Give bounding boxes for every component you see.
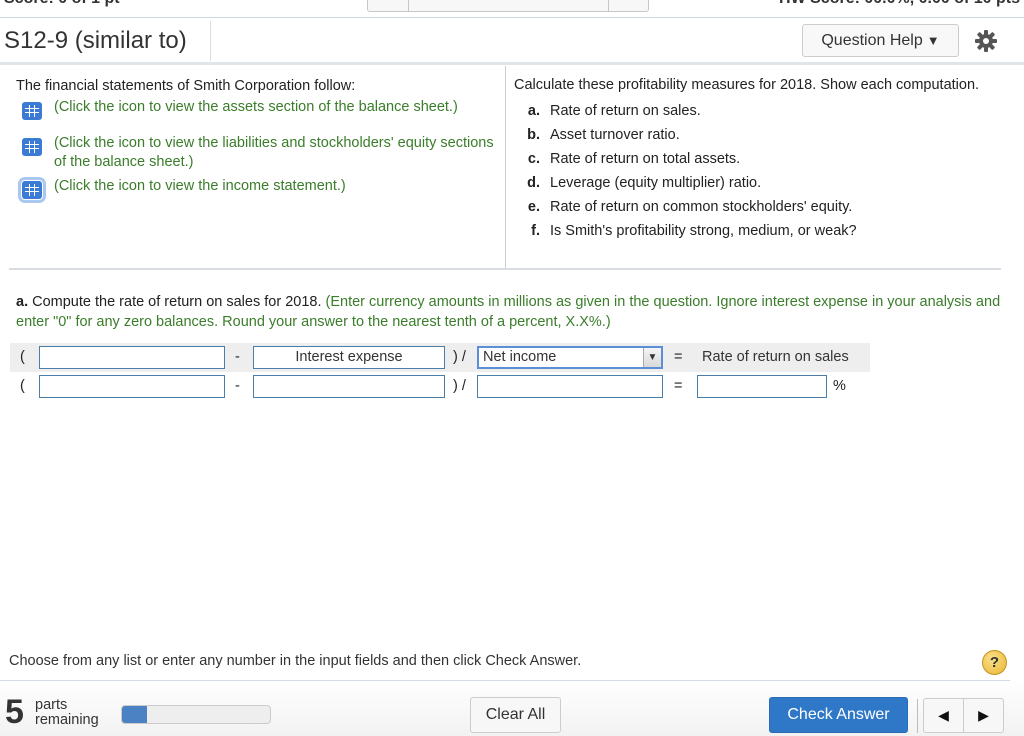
previous-part-button[interactable]: ◀	[924, 699, 963, 732]
check-answer-button[interactable]: Check Answer	[769, 697, 908, 733]
select-value: Net income	[483, 349, 557, 365]
requirement-item: c. Rate of return on total assets.	[527, 151, 741, 167]
open-paren: (	[20, 378, 25, 394]
financial-statements-panel: The financial statements of Smith Corpor…	[16, 76, 506, 203]
minus-sign: -	[235, 378, 240, 394]
question-part-label: a.	[16, 294, 29, 310]
instruction-message: Choose from any list or enter any number…	[9, 653, 582, 669]
numerator-value-input[interactable]	[39, 375, 225, 398]
parts-remaining-label: parts remaining	[35, 697, 99, 728]
requirement-item: e. Rate of return on common stockholders'…	[527, 199, 853, 215]
gear-icon[interactable]	[974, 29, 998, 53]
requirement-item: f. Is Smith's profitability strong, mediu…	[531, 223, 857, 239]
caret-down-icon: ▼	[926, 33, 940, 48]
income-statement-link[interactable]: (Click the icon to view the income state…	[16, 177, 506, 203]
requirement-item: b. Asset turnover ratio.	[527, 127, 680, 143]
parts-remaining-count: 5	[5, 693, 24, 731]
parts-progress-bar	[121, 705, 271, 724]
hw-score-text: HW Score: 00.0%, 0.00 of 10 pts	[779, 0, 1020, 8]
requirements-list: a. Rate of return on sales. b. Asset turno…	[514, 99, 1004, 243]
liabilities-statement-text[interactable]: (Click the icon to view the liabilities …	[54, 135, 494, 170]
formula-label-row: ( - Interest expense ) / Net income ▼ = …	[10, 343, 870, 372]
liabilities-statement-link[interactable]: (Click the icon to view the liabilities …	[16, 134, 506, 172]
help-icon[interactable]: ?	[982, 650, 1007, 675]
question-text: Compute the rate of return on sales for …	[28, 294, 326, 310]
title-divider	[210, 21, 211, 61]
dropdown-arrow-icon[interactable]: ▼	[643, 348, 661, 367]
question-prompt: a. Compute the rate of return on sales f…	[16, 292, 1006, 332]
score-text: Score: 0 of 1 pt	[4, 0, 120, 8]
toolbar-divider	[917, 699, 918, 733]
divide-sign: ) /	[453, 378, 466, 394]
question-title: S12-9 (similar to)	[4, 27, 187, 54]
part-navigation: ◀ ▶	[923, 698, 1004, 733]
next-part-button[interactable]: ▶	[963, 699, 1003, 732]
assets-statement-text[interactable]: (Click the icon to view the assets secti…	[54, 99, 458, 115]
panel-divider	[505, 66, 506, 270]
navigator-divider	[608, 0, 609, 11]
table-icon[interactable]	[22, 138, 42, 156]
question-navigator[interactable]	[367, 0, 649, 12]
result-label: Rate of return on sales	[702, 349, 849, 365]
requirement-item: d. Leverage (equity multiplier) ratio.	[527, 175, 762, 191]
assets-statement-link[interactable]: (Click the icon to view the assets secti…	[16, 98, 506, 124]
statements-intro: The financial statements of Smith Corpor…	[16, 78, 356, 94]
formula-value-row: ( - ) / = %	[10, 372, 870, 401]
equals-sign: =	[674, 378, 683, 394]
interest-expense-value-input[interactable]	[253, 375, 445, 398]
question-help-button[interactable]: Question Help ▼	[802, 24, 959, 57]
formula-grid: ( - Interest expense ) / Net income ▼ = …	[10, 343, 870, 401]
minus-sign: -	[235, 349, 240, 365]
result-value-input[interactable]	[697, 375, 827, 398]
progress-fill	[122, 706, 148, 723]
bottom-toolbar: 5 parts remaining Clear All Check Answer…	[0, 681, 1024, 736]
section-divider	[9, 268, 1001, 270]
navigator-divider	[408, 0, 409, 11]
income-statement-text[interactable]: (Click the icon to view the income state…	[54, 178, 346, 194]
interest-expense-label: Interest expense	[253, 346, 445, 369]
requirements-intro: Calculate these profitability measures f…	[514, 77, 980, 93]
requirement-item: a. Rate of return on sales.	[527, 103, 701, 119]
equals-sign: =	[674, 349, 683, 365]
table-icon[interactable]	[18, 177, 46, 203]
percent-unit: %	[833, 378, 846, 394]
divide-sign: ) /	[453, 349, 466, 365]
denominator-value-input[interactable]	[477, 375, 663, 398]
requirements-panel: Calculate these profitability measures f…	[514, 76, 1004, 243]
numerator-label-input[interactable]	[39, 346, 225, 369]
open-paren: (	[20, 349, 25, 365]
top-status-strip: Score: 0 of 1 pt HW Score: 00.0%, 0.00 o…	[0, 0, 1024, 18]
question-help-label: Question Help	[821, 31, 923, 49]
question-header: S12-9 (similar to) Question Help ▼	[0, 19, 1024, 65]
table-icon[interactable]	[22, 102, 42, 120]
clear-all-button[interactable]: Clear All	[470, 697, 561, 733]
denominator-label-select[interactable]: Net income ▼	[477, 346, 663, 369]
